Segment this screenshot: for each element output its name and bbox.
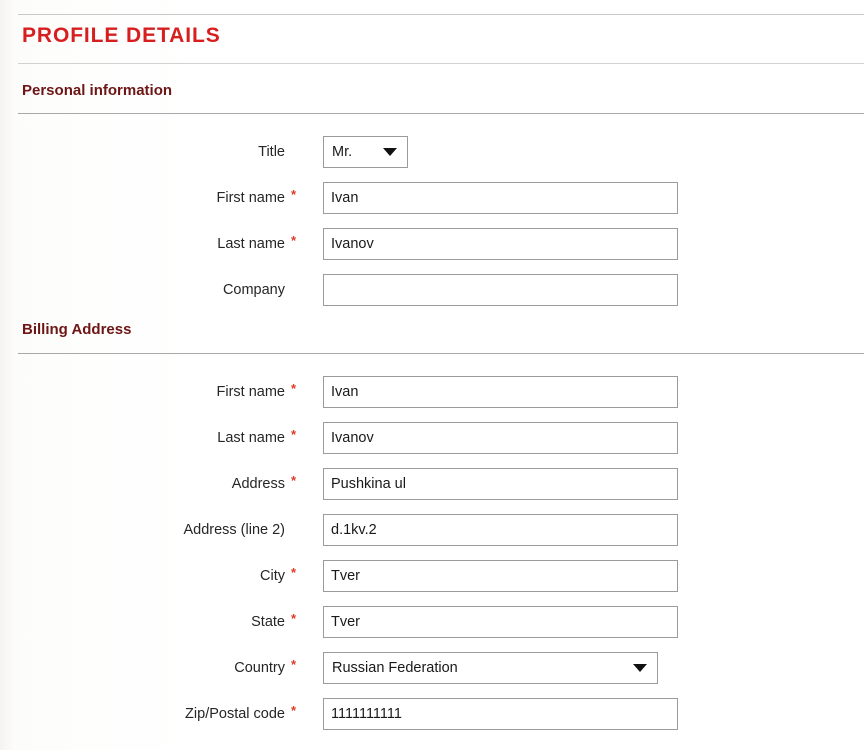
form-row-billing-last-name: Last name * xyxy=(0,422,864,454)
label-company: Company xyxy=(222,282,285,298)
section-heading-personal-information: Personal information xyxy=(22,82,173,99)
required-marker: * xyxy=(291,473,297,488)
label-title: Title xyxy=(258,144,285,160)
required-marker: * xyxy=(291,657,297,672)
label-billing-last-name: Last name xyxy=(217,430,285,446)
country-select-value: Russian Federation xyxy=(332,660,458,676)
profile-details-page: PROFILE DETAILS Personal information Tit… xyxy=(0,0,864,750)
chevron-down-icon xyxy=(633,664,647,672)
address-line-2-input[interactable] xyxy=(323,514,678,546)
form-row-city: City * xyxy=(0,560,864,592)
company-input[interactable] xyxy=(323,274,678,306)
label-zip-postal-code: Zip/Postal code xyxy=(185,706,285,722)
title-select[interactable]: Mr. xyxy=(323,136,408,168)
section-divider-above-personal xyxy=(18,63,864,64)
address-input[interactable] xyxy=(323,468,678,500)
form-row-zip-postal-code: Zip/Postal code * xyxy=(0,698,864,730)
billing-first-name-input[interactable] xyxy=(323,376,678,408)
label-city: City xyxy=(260,568,285,584)
form-row-billing-first-name: First name * xyxy=(0,376,864,408)
chevron-down-icon xyxy=(383,148,397,156)
form-row-state: State * xyxy=(0,606,864,638)
top-divider xyxy=(18,14,864,15)
label-last-name: Last name xyxy=(217,236,285,252)
section-heading-billing-address: Billing Address xyxy=(22,321,132,338)
label-country: Country xyxy=(234,660,285,676)
required-marker: * xyxy=(291,611,297,626)
form-row-title: Title Mr. xyxy=(0,136,864,168)
first-name-input[interactable] xyxy=(323,182,678,214)
label-billing-first-name: First name xyxy=(216,384,286,400)
state-input[interactable] xyxy=(323,606,678,638)
form-row-country: Country * Russian Federation xyxy=(0,652,864,684)
label-address: Address xyxy=(231,476,285,492)
form-row-address-line-2: Address (line 2) xyxy=(0,514,864,546)
page-title: PROFILE DETAILS xyxy=(22,24,221,47)
label-address-line-2: Address (line 2) xyxy=(183,522,285,538)
required-marker: * xyxy=(291,703,297,718)
required-marker: * xyxy=(291,565,297,580)
required-marker: * xyxy=(291,233,297,248)
required-marker: * xyxy=(291,187,297,202)
section-rule-personal xyxy=(18,113,864,114)
billing-last-name-input[interactable] xyxy=(323,422,678,454)
city-input[interactable] xyxy=(323,560,678,592)
form-row-address: Address * xyxy=(0,468,864,500)
form-row-last-name: Last name * xyxy=(0,228,864,260)
zip-postal-code-input[interactable] xyxy=(323,698,678,730)
title-select-value: Mr. xyxy=(332,144,353,160)
last-name-input[interactable] xyxy=(323,228,678,260)
label-state: State xyxy=(251,614,285,630)
form-row-company: Company xyxy=(0,274,864,306)
form-row-first-name: First name * xyxy=(0,182,864,214)
required-marker: * xyxy=(291,427,297,442)
label-first-name: First name xyxy=(216,190,286,206)
required-marker: * xyxy=(291,381,297,396)
country-select[interactable]: Russian Federation xyxy=(323,652,658,684)
section-rule-billing xyxy=(18,353,864,354)
